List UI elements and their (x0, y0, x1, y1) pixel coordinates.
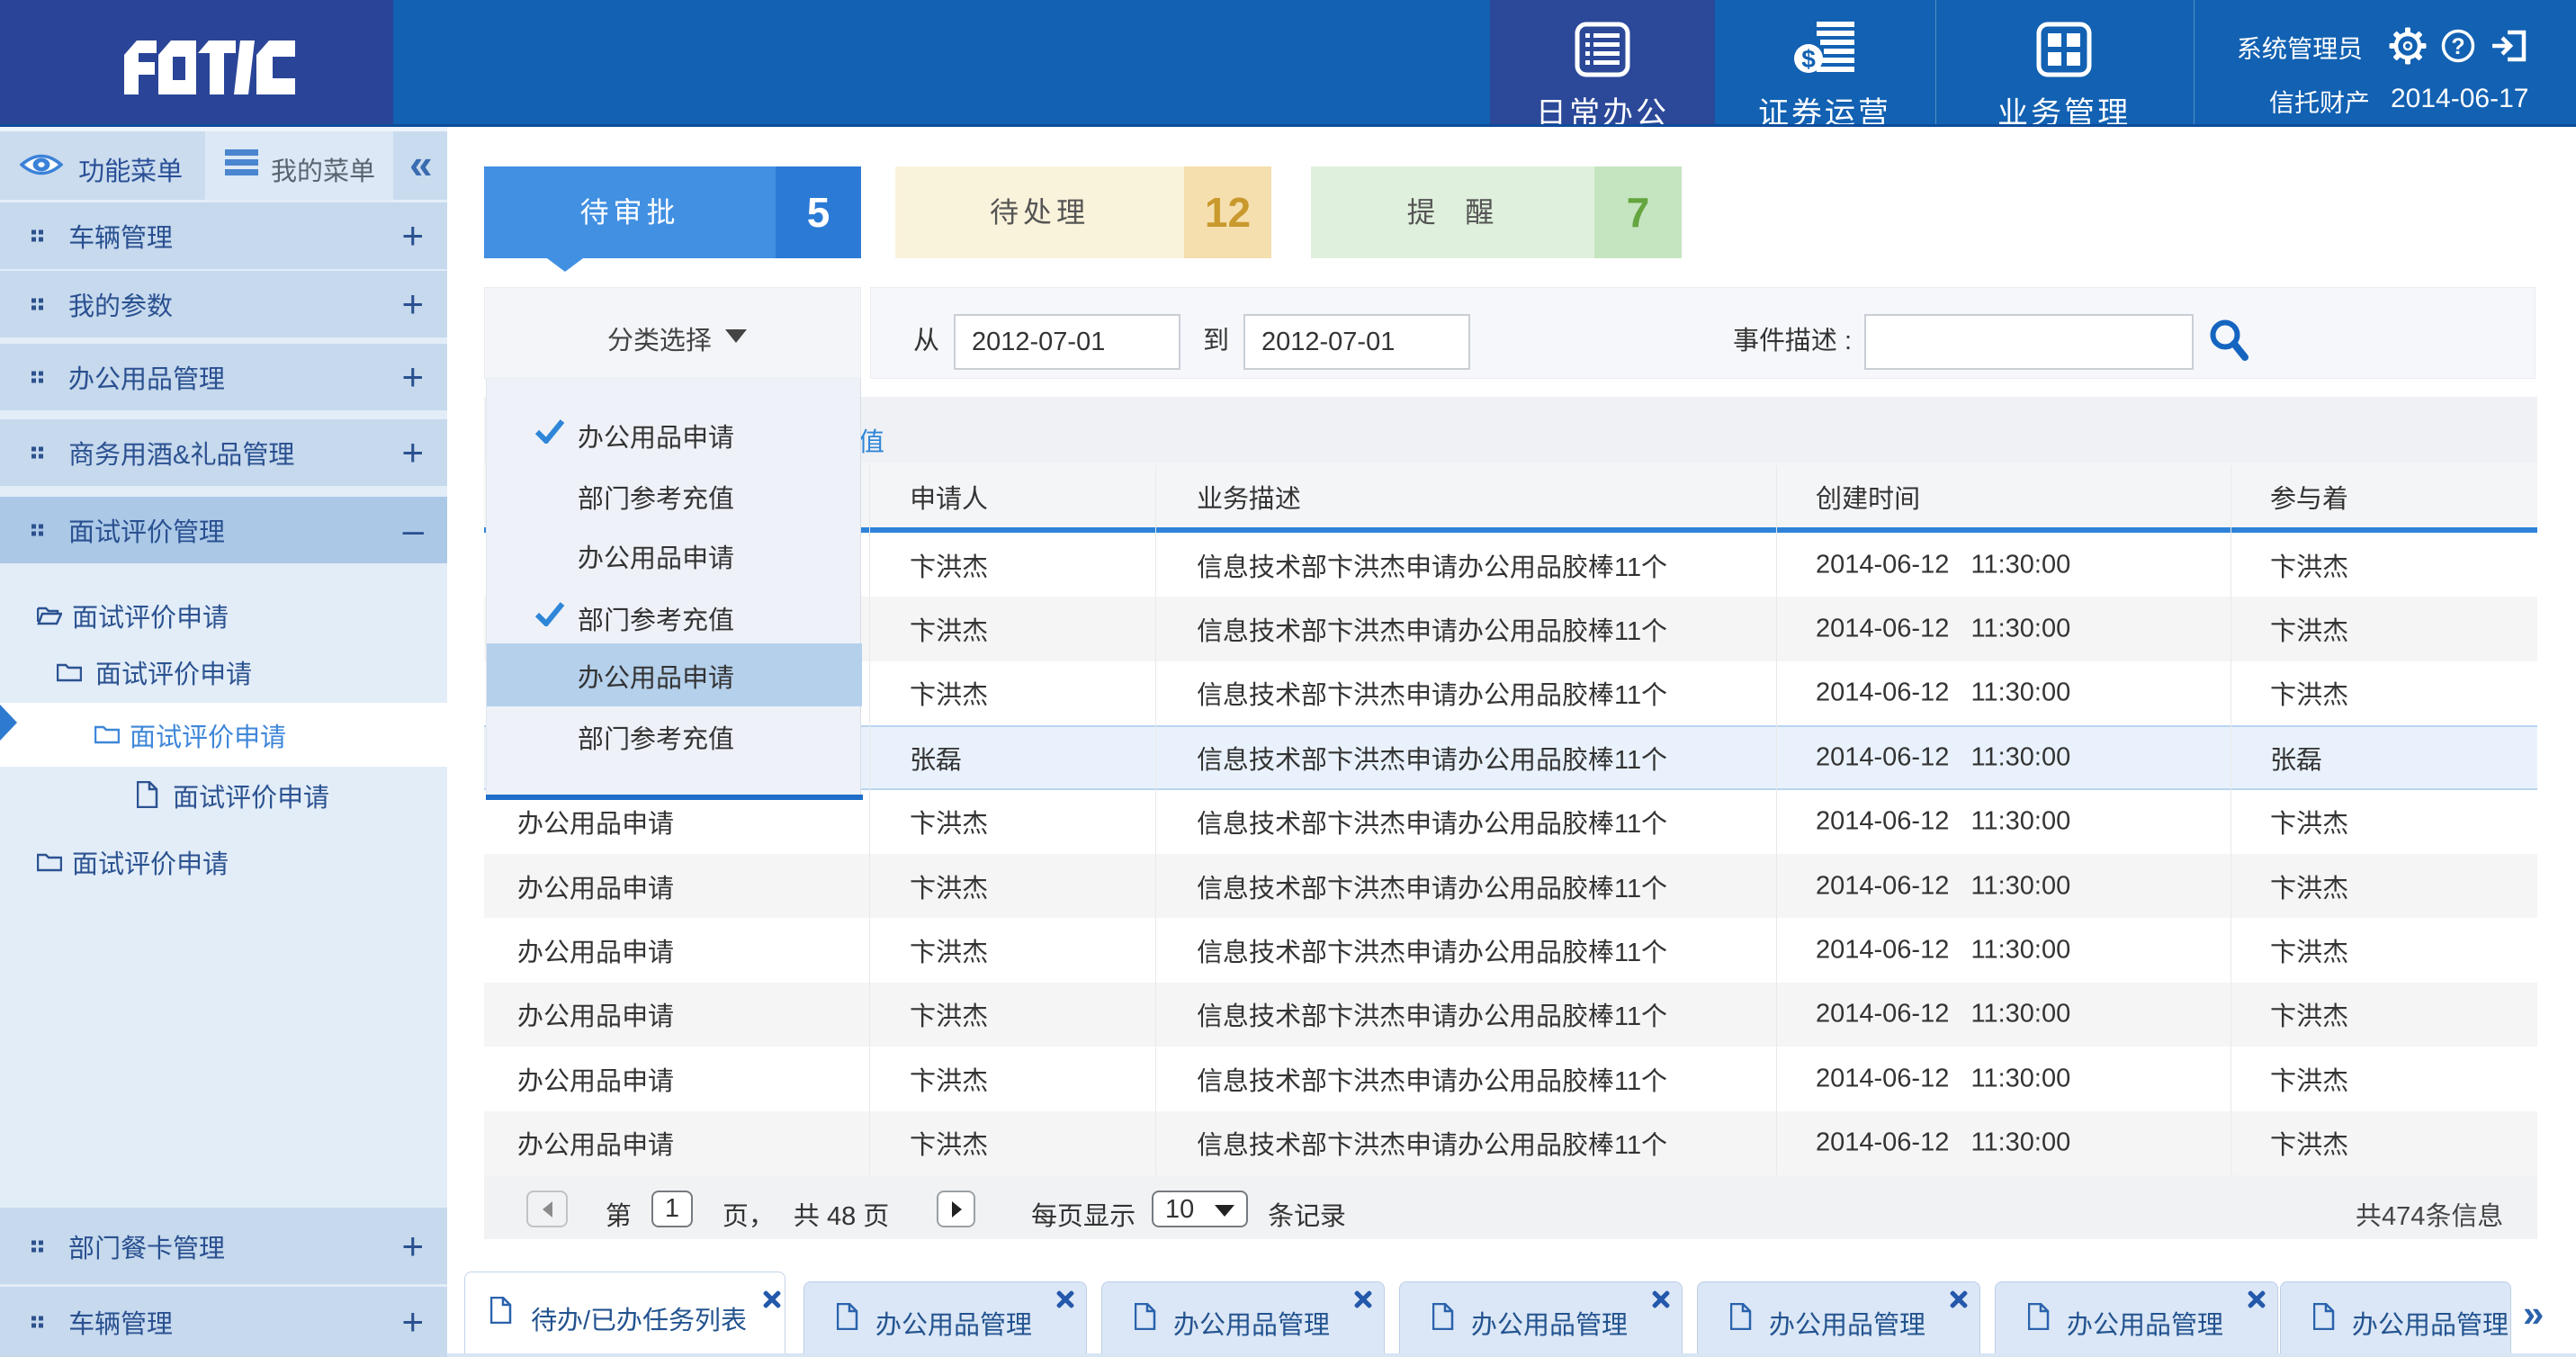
svg-text:$: $ (1801, 45, 1816, 73)
svg-text:?: ? (2451, 34, 2464, 59)
